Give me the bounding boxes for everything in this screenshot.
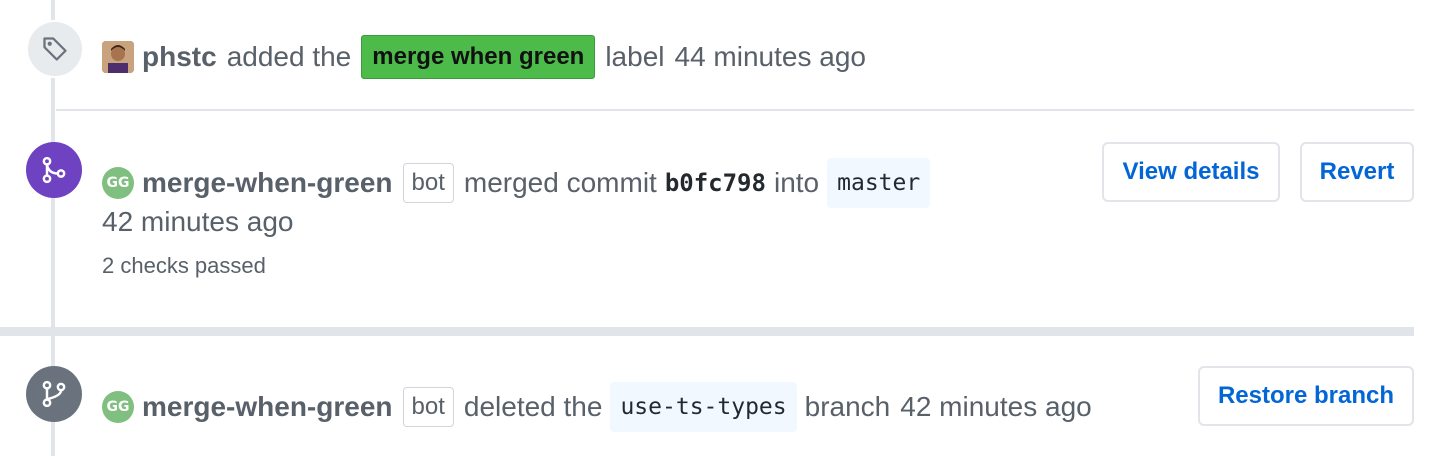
branch-suffix: branch: [804, 391, 891, 422]
checks-status[interactable]: 2 checks passed: [102, 253, 266, 279]
revert-button[interactable]: Revert: [1300, 142, 1414, 202]
deleted-badge: [26, 366, 82, 422]
actor-name[interactable]: phstc: [142, 40, 217, 74]
merged-event: GG merge-when-green bot merged commit b0…: [102, 158, 938, 208]
actor-name[interactable]: merge-when-green: [142, 166, 393, 200]
merged-time-row: 42 minutes ago: [102, 205, 293, 239]
into-text: into: [773, 167, 820, 198]
restore-branch-button[interactable]: Restore branch: [1198, 366, 1414, 426]
timeline-section-break: [0, 327, 1414, 336]
actor-name[interactable]: merge-when-green: [142, 390, 393, 424]
bot-tag: bot: [402, 387, 454, 427]
branch-ref[interactable]: use-ts-types: [610, 382, 797, 432]
commit-link[interactable]: b0fc798: [665, 166, 766, 200]
timeline-separator: [56, 109, 1414, 111]
label-suffix: label: [605, 41, 665, 72]
bot-tag: bot: [402, 163, 454, 203]
avatar[interactable]: [102, 41, 134, 73]
git-merge-icon: [42, 156, 66, 184]
action-text: added the: [226, 41, 352, 72]
tag-icon: [43, 37, 67, 61]
label-badge[interactable]: merge when green: [361, 35, 596, 79]
label-event: phstc added the merge when green label 4…: [102, 35, 866, 79]
view-details-button[interactable]: View details: [1102, 142, 1280, 202]
bot-avatar[interactable]: GG: [102, 167, 134, 199]
git-branch-icon: [42, 380, 66, 408]
action-text: merged commit: [463, 167, 657, 198]
timestamp[interactable]: 42 minutes ago: [102, 205, 293, 239]
timestamp[interactable]: 44 minutes ago: [675, 40, 866, 74]
bot-avatar[interactable]: GG: [102, 391, 134, 423]
tag-badge: [26, 20, 84, 78]
deleted-event: GG merge-when-green bot deleted the use-…: [102, 382, 1092, 432]
branch-ref[interactable]: master: [827, 158, 931, 208]
action-text: deleted the: [463, 391, 603, 422]
merged-badge: [26, 142, 82, 198]
timestamp[interactable]: 42 minutes ago: [900, 390, 1091, 424]
